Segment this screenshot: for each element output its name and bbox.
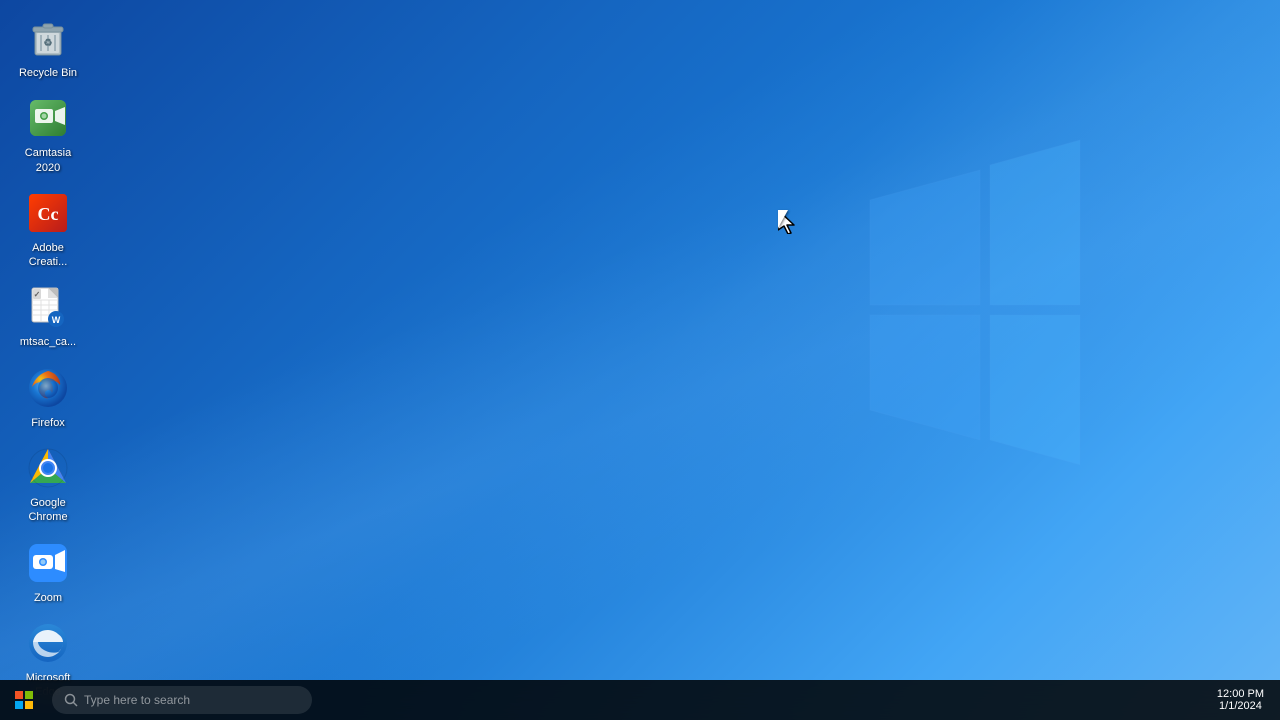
clock-date: 1/1/2024 — [1217, 700, 1264, 712]
desktop: ♻ Recycle Bin — [0, 0, 1280, 720]
recycle-bin-icon[interactable]: ♻ Recycle Bin — [8, 8, 88, 86]
desktop-icons-area: ♻ Recycle Bin — [8, 8, 88, 706]
zoom-image — [24, 539, 72, 587]
google-chrome-icon[interactable]: Google Chrome — [8, 438, 88, 531]
mouse-cursor — [778, 210, 790, 230]
firefox-image — [24, 364, 72, 412]
firefox-label: Firefox — [31, 416, 65, 430]
windows-logo — [850, 120, 1100, 490]
taskbar-right-area: 12:00 PM 1/1/2024 — [1209, 688, 1280, 712]
adobe-label: Adobe Creati... — [12, 241, 84, 270]
taskbar-search[interactable]: Type here to search — [52, 686, 312, 714]
zoom-label: Zoom — [34, 591, 62, 605]
camtasia-label: Camtasia 2020 — [12, 146, 84, 175]
start-button[interactable] — [0, 680, 48, 720]
camtasia-icon[interactable]: Camtasia 2020 — [8, 88, 88, 181]
adobe-creative-cloud-icon[interactable]: Cc Adobe Creati... — [8, 183, 88, 276]
svg-text:W: W — [52, 315, 61, 325]
mtsac-image: ✓ W — [24, 283, 72, 331]
clock-time: 12:00 PM — [1217, 688, 1264, 700]
mtsac-file-icon[interactable]: ✓ W mtsac_ca... — [8, 277, 88, 355]
recycle-bin-image: ♻ — [24, 14, 72, 62]
edge-image — [24, 619, 72, 667]
taskbar-time[interactable]: 12:00 PM 1/1/2024 — [1209, 688, 1272, 712]
svg-text:Cc: Cc — [38, 204, 59, 224]
search-placeholder: Type here to search — [84, 693, 190, 707]
mtsac-label: mtsac_ca... — [20, 335, 76, 349]
taskbar: Type here to search 12:00 PM 1/1/2024 — [0, 680, 1280, 720]
svg-text:✓: ✓ — [34, 290, 41, 299]
adobe-image: Cc — [24, 189, 72, 237]
chrome-image — [24, 444, 72, 492]
google-chrome-label: Google Chrome — [12, 496, 84, 525]
camtasia-image — [24, 94, 72, 142]
firefox-icon[interactable]: Firefox — [8, 358, 88, 436]
svg-text:♻: ♻ — [44, 38, 53, 49]
recycle-bin-label: Recycle Bin — [19, 66, 77, 80]
zoom-icon[interactable]: Zoom — [8, 533, 88, 611]
